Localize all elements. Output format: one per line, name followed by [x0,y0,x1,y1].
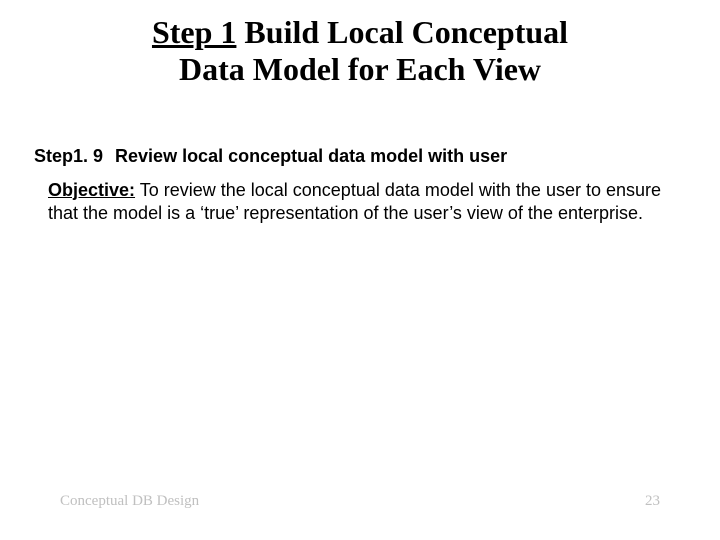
step-number: Step1. 9 [34,146,103,166]
objective-label: Objective: [48,180,135,200]
page-number: 23 [645,493,660,510]
slide-title: Step 1 Build Local Conceptual Data Model… [152,14,568,88]
objective-text: To review the local conceptual data mode… [48,180,661,223]
title-step-prefix: Step 1 [152,14,236,50]
step-title: Review local conceptual data model with … [115,146,507,166]
slide: Step 1 Build Local Conceptual Data Model… [0,0,720,540]
footer-left: Conceptual DB Design [60,493,199,510]
objective-block: Objective: To review the local conceptua… [48,179,686,225]
step-heading: Step1. 9 Review local conceptual data mod… [34,146,686,167]
title-wrap: Step 1 Build Local Conceptual Data Model… [0,0,720,88]
title-rest-line1: Build Local Conceptual [236,14,568,50]
title-line2: Data Model for Each View [152,51,568,88]
body: Step1. 9 Review local conceptual data mod… [0,88,720,225]
